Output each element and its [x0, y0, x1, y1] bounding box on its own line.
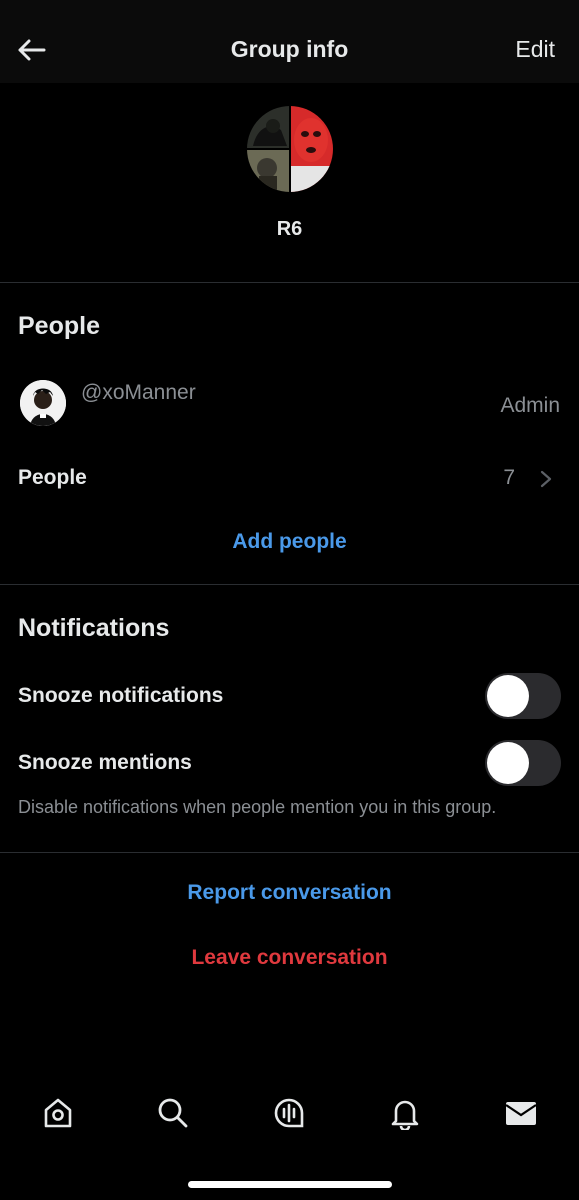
top-bar: Group info Edit [0, 0, 579, 83]
leave-conversation-button[interactable]: Leave conversation [0, 946, 579, 970]
add-people-button[interactable]: Add people [0, 530, 579, 554]
tab-notifications[interactable] [375, 1082, 435, 1144]
snooze-notifications-label: Snooze notifications [18, 684, 224, 707]
chevron-right-icon[interactable] [539, 470, 553, 488]
spaces-icon [274, 1098, 304, 1128]
group-avatar[interactable] [247, 106, 333, 192]
toggle-knob [487, 742, 529, 784]
tab-home[interactable] [28, 1082, 88, 1144]
divider [0, 584, 579, 585]
snooze-mentions-hint: Disable notifications when people mentio… [18, 797, 497, 817]
mail-icon [505, 1102, 537, 1125]
member-handle[interactable]: @xoManner [81, 381, 196, 405]
avatar[interactable] [20, 380, 66, 426]
page-title: Group info [230, 36, 349, 62]
home-icon [44, 1098, 72, 1128]
member-avatar-image [20, 380, 66, 426]
bell-icon [391, 1100, 419, 1130]
snooze-mentions-toggle[interactable] [485, 740, 561, 786]
search-icon [158, 1098, 188, 1128]
bottom-tab-bar [0, 1082, 579, 1144]
tab-spaces[interactable] [259, 1082, 319, 1144]
edit-button[interactable]: Edit [515, 36, 555, 63]
people-section-title: People [18, 312, 100, 340]
notifications-section-title: Notifications [18, 614, 170, 642]
report-conversation-button[interactable]: Report conversation [0, 881, 579, 905]
divider [0, 852, 579, 853]
member-role-badge: Admin [500, 394, 560, 417]
group-avatar-collage [247, 106, 333, 192]
tab-search[interactable] [143, 1082, 203, 1144]
snooze-notifications-toggle[interactable] [485, 673, 561, 719]
group-name: R6 [276, 218, 303, 240]
toggle-knob [487, 675, 529, 717]
home-indicator [188, 1181, 392, 1188]
people-row-label[interactable]: People [18, 466, 87, 490]
snooze-mentions-label: Snooze mentions [18, 751, 192, 774]
divider [0, 282, 579, 283]
people-count: 7 [503, 466, 515, 489]
tab-messages[interactable] [491, 1082, 551, 1144]
